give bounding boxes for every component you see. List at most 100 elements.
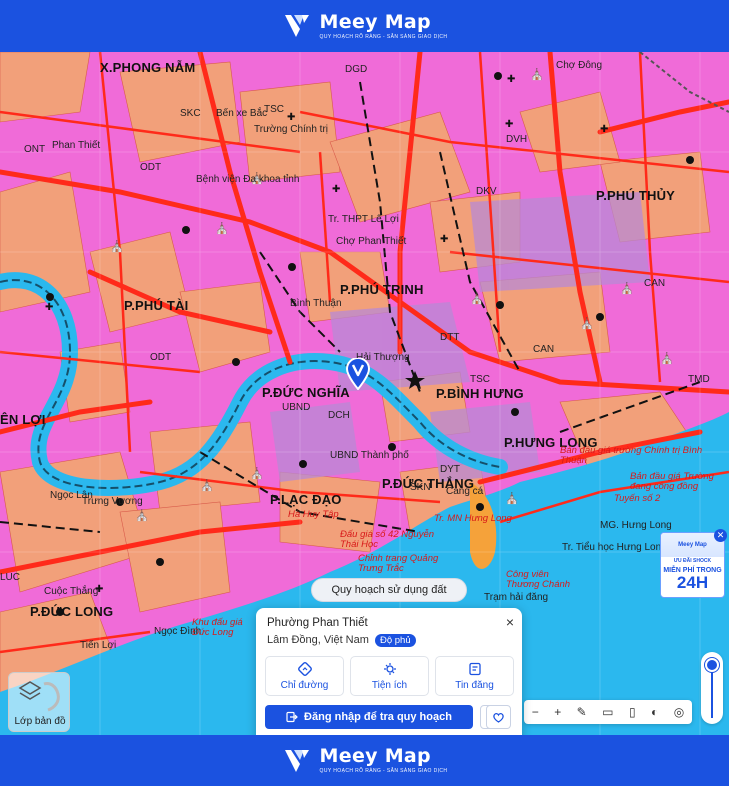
ward-label: P.ĐỨC NGHĨA [262, 385, 350, 400]
landuse-code: TMD [688, 374, 710, 385]
directions-label: Chỉ đường [280, 679, 329, 691]
svg-text:✚: ✚ [440, 234, 448, 245]
ward-label: P.LẠC ĐẠO [270, 492, 342, 507]
brand-name: Meey Map [319, 10, 431, 33]
ward-label: P.BÌNH HƯNG [436, 386, 524, 401]
directions-button[interactable]: Chỉ đường [265, 656, 344, 696]
landuse-code: CAN [533, 344, 555, 355]
footer-banner: Meey Map QUY HOẠCH RÕ RÀNG - SẴN SÀNG GI… [0, 735, 729, 786]
place-label: Cuộc Thắng [44, 586, 99, 597]
project-note: Tuyến số 2 [614, 493, 661, 504]
place-label: Chợ Phan Thiết [336, 236, 407, 247]
landuse-code: DCH [328, 410, 350, 421]
place-info-card: Phường Phan Thiết × Lâm Đồng, Việt Nam Đ… [256, 608, 522, 735]
map-layer-label: Lớp bản đồ [14, 716, 66, 727]
svg-text:⛪: ⛪ [110, 239, 124, 253]
landuse-code: ONT [24, 144, 46, 155]
place-location: Lâm Đồng, Việt Nam Độ phủ [267, 634, 416, 647]
project-note: Hà Huy Tập [288, 509, 339, 520]
map-layer-button[interactable]: Lớp bản đồ [8, 672, 70, 732]
coverage-badge[interactable]: Độ phủ [374, 634, 416, 647]
svg-text:⛪: ⛪ [620, 281, 634, 295]
svg-text:⛪: ⛪ [505, 491, 519, 505]
login-label: Đăng nhập để tra quy hoạch [304, 711, 452, 723]
brand-name: Meey Map [319, 745, 431, 767]
project-note: Bản đầu giá trường Chính trị Bình Thuận [560, 445, 703, 466]
place-label: Trưng Vương [82, 496, 143, 507]
listing-icon [468, 662, 481, 675]
landuse-code: ODT [150, 352, 172, 363]
map-toolbar: − + ✎ ▭ ▯ ◐ ◎ [524, 700, 692, 724]
place-label: Cảng cá [446, 486, 484, 497]
place-label: Bình Thuận [290, 298, 342, 309]
header-banner: Meey Map QUY HOẠCH RÕ RÀNG - SẴN SÀNG GI… [0, 0, 729, 52]
map-canvas[interactable]: ✚ ✚ ✚ ✚ ✚ ✚ ✚ ✚ ⛪ ⛪ ⛪ ⛪ ⛪ ⛪ ⛪ ⛪ ⛪ ⛪ ⛪ ⛪ X.PHONG NẪM P… [0, 52, 729, 735]
location-pin-icon[interactable] [345, 357, 371, 391]
svg-text:⛪: ⛪ [200, 478, 214, 492]
place-label: Phan Thiết [52, 140, 101, 151]
slider-track [711, 664, 713, 718]
svg-text:✚: ✚ [600, 124, 608, 135]
landuse-code: DYT [440, 464, 460, 475]
svg-text:⛪: ⛪ [660, 351, 674, 365]
ward-label: ÊN LỢI [0, 412, 46, 427]
zoom-in-icon[interactable]: + [554, 705, 561, 719]
place-label: Bệnh viện Đa khoa tỉnh [196, 174, 300, 185]
slider-handle[interactable] [705, 658, 719, 672]
layer-type-chip[interactable]: Quy hoạch sử dụng đất [311, 578, 467, 602]
place-label: Tr. Tiểu học Hưng Long 1 [562, 542, 676, 553]
favorite-button[interactable] [486, 705, 511, 729]
ward-label: P.ĐỨC LONG [30, 604, 114, 619]
draw-icon[interactable]: ✎ [577, 705, 587, 719]
app-frame: Meey Map QUY HOẠCH RÕ RÀNG - SẴN SÀNG GI… [0, 0, 729, 786]
ward-label: X.PHONG NẪM [100, 60, 196, 75]
svg-text:✚: ✚ [507, 74, 515, 85]
svg-text:⛪: ⛪ [250, 466, 264, 480]
landuse-code: LUC [0, 572, 21, 583]
svg-text:⛪: ⛪ [215, 221, 229, 235]
landuse-code: DKV [476, 186, 497, 197]
utility-label: Tiện ích [371, 679, 408, 691]
svg-text:⛪: ⛪ [530, 67, 544, 81]
promo-ad[interactable]: Meey Map ƯU ĐÃI SHOCK MIỄN PHÍ TRONG 24H [660, 532, 725, 598]
meey-logo-icon [282, 11, 312, 41]
zoom-out-icon[interactable]: − [532, 705, 539, 719]
svg-text:⛪: ⛪ [135, 508, 149, 522]
login-button[interactable]: Đăng nhập để tra quy hoạch [265, 705, 473, 729]
close-icon[interactable]: × [506, 614, 514, 630]
brand-tagline: QUY HOẠCH RÕ RÀNG - SẴN SÀNG GIAO DỊCH [319, 768, 448, 774]
project-note: Bản đầu giá Trường đang công đồng [630, 471, 714, 492]
contrast-icon[interactable]: ◐ [651, 705, 658, 719]
project-note: Trạm hải đăng [484, 592, 549, 603]
place-label: Tr. MN Hưng Long [434, 513, 512, 524]
landuse-code: DGD [345, 64, 368, 75]
landuse-code: SKC [180, 108, 201, 119]
place-title: Phường Phan Thiết [267, 617, 368, 629]
utility-icon [383, 662, 396, 675]
svg-text:⛪: ⛪ [580, 316, 594, 330]
svg-text:✚: ✚ [505, 119, 513, 130]
locate-icon[interactable]: ◎ [674, 705, 684, 719]
utility-button[interactable]: Tiện ích [350, 656, 429, 696]
directions-icon [297, 661, 312, 676]
split-icon[interactable]: ▯ [629, 705, 636, 719]
heart-icon [493, 712, 504, 723]
landuse-code: DVH [506, 134, 528, 145]
landuse-code: CAN [644, 278, 666, 289]
place-label: Tiến Lợi [80, 640, 117, 651]
landuse-code: ODT [140, 162, 162, 173]
svg-text:✚: ✚ [332, 184, 340, 195]
login-icon [286, 711, 298, 723]
opacity-slider[interactable] [701, 652, 723, 724]
project-note: Khu đấu giá Đức Long [192, 617, 243, 638]
landuse-code: UBND [282, 402, 311, 413]
meey-logo-icon [282, 746, 312, 776]
place-label: Bến xe Bắc [216, 108, 268, 119]
close-ad-icon[interactable]: ✕ [714, 529, 727, 542]
ward-label: P.PHÚ TRINH [340, 282, 424, 297]
landuse-code: TSC [470, 374, 490, 385]
svg-text:⛪: ⛪ [470, 291, 484, 305]
ward-label: P.PHÚ THỦY [596, 188, 676, 203]
ruler-icon[interactable]: ▭ [602, 705, 613, 719]
listing-button[interactable]: Tin đăng [435, 656, 514, 696]
